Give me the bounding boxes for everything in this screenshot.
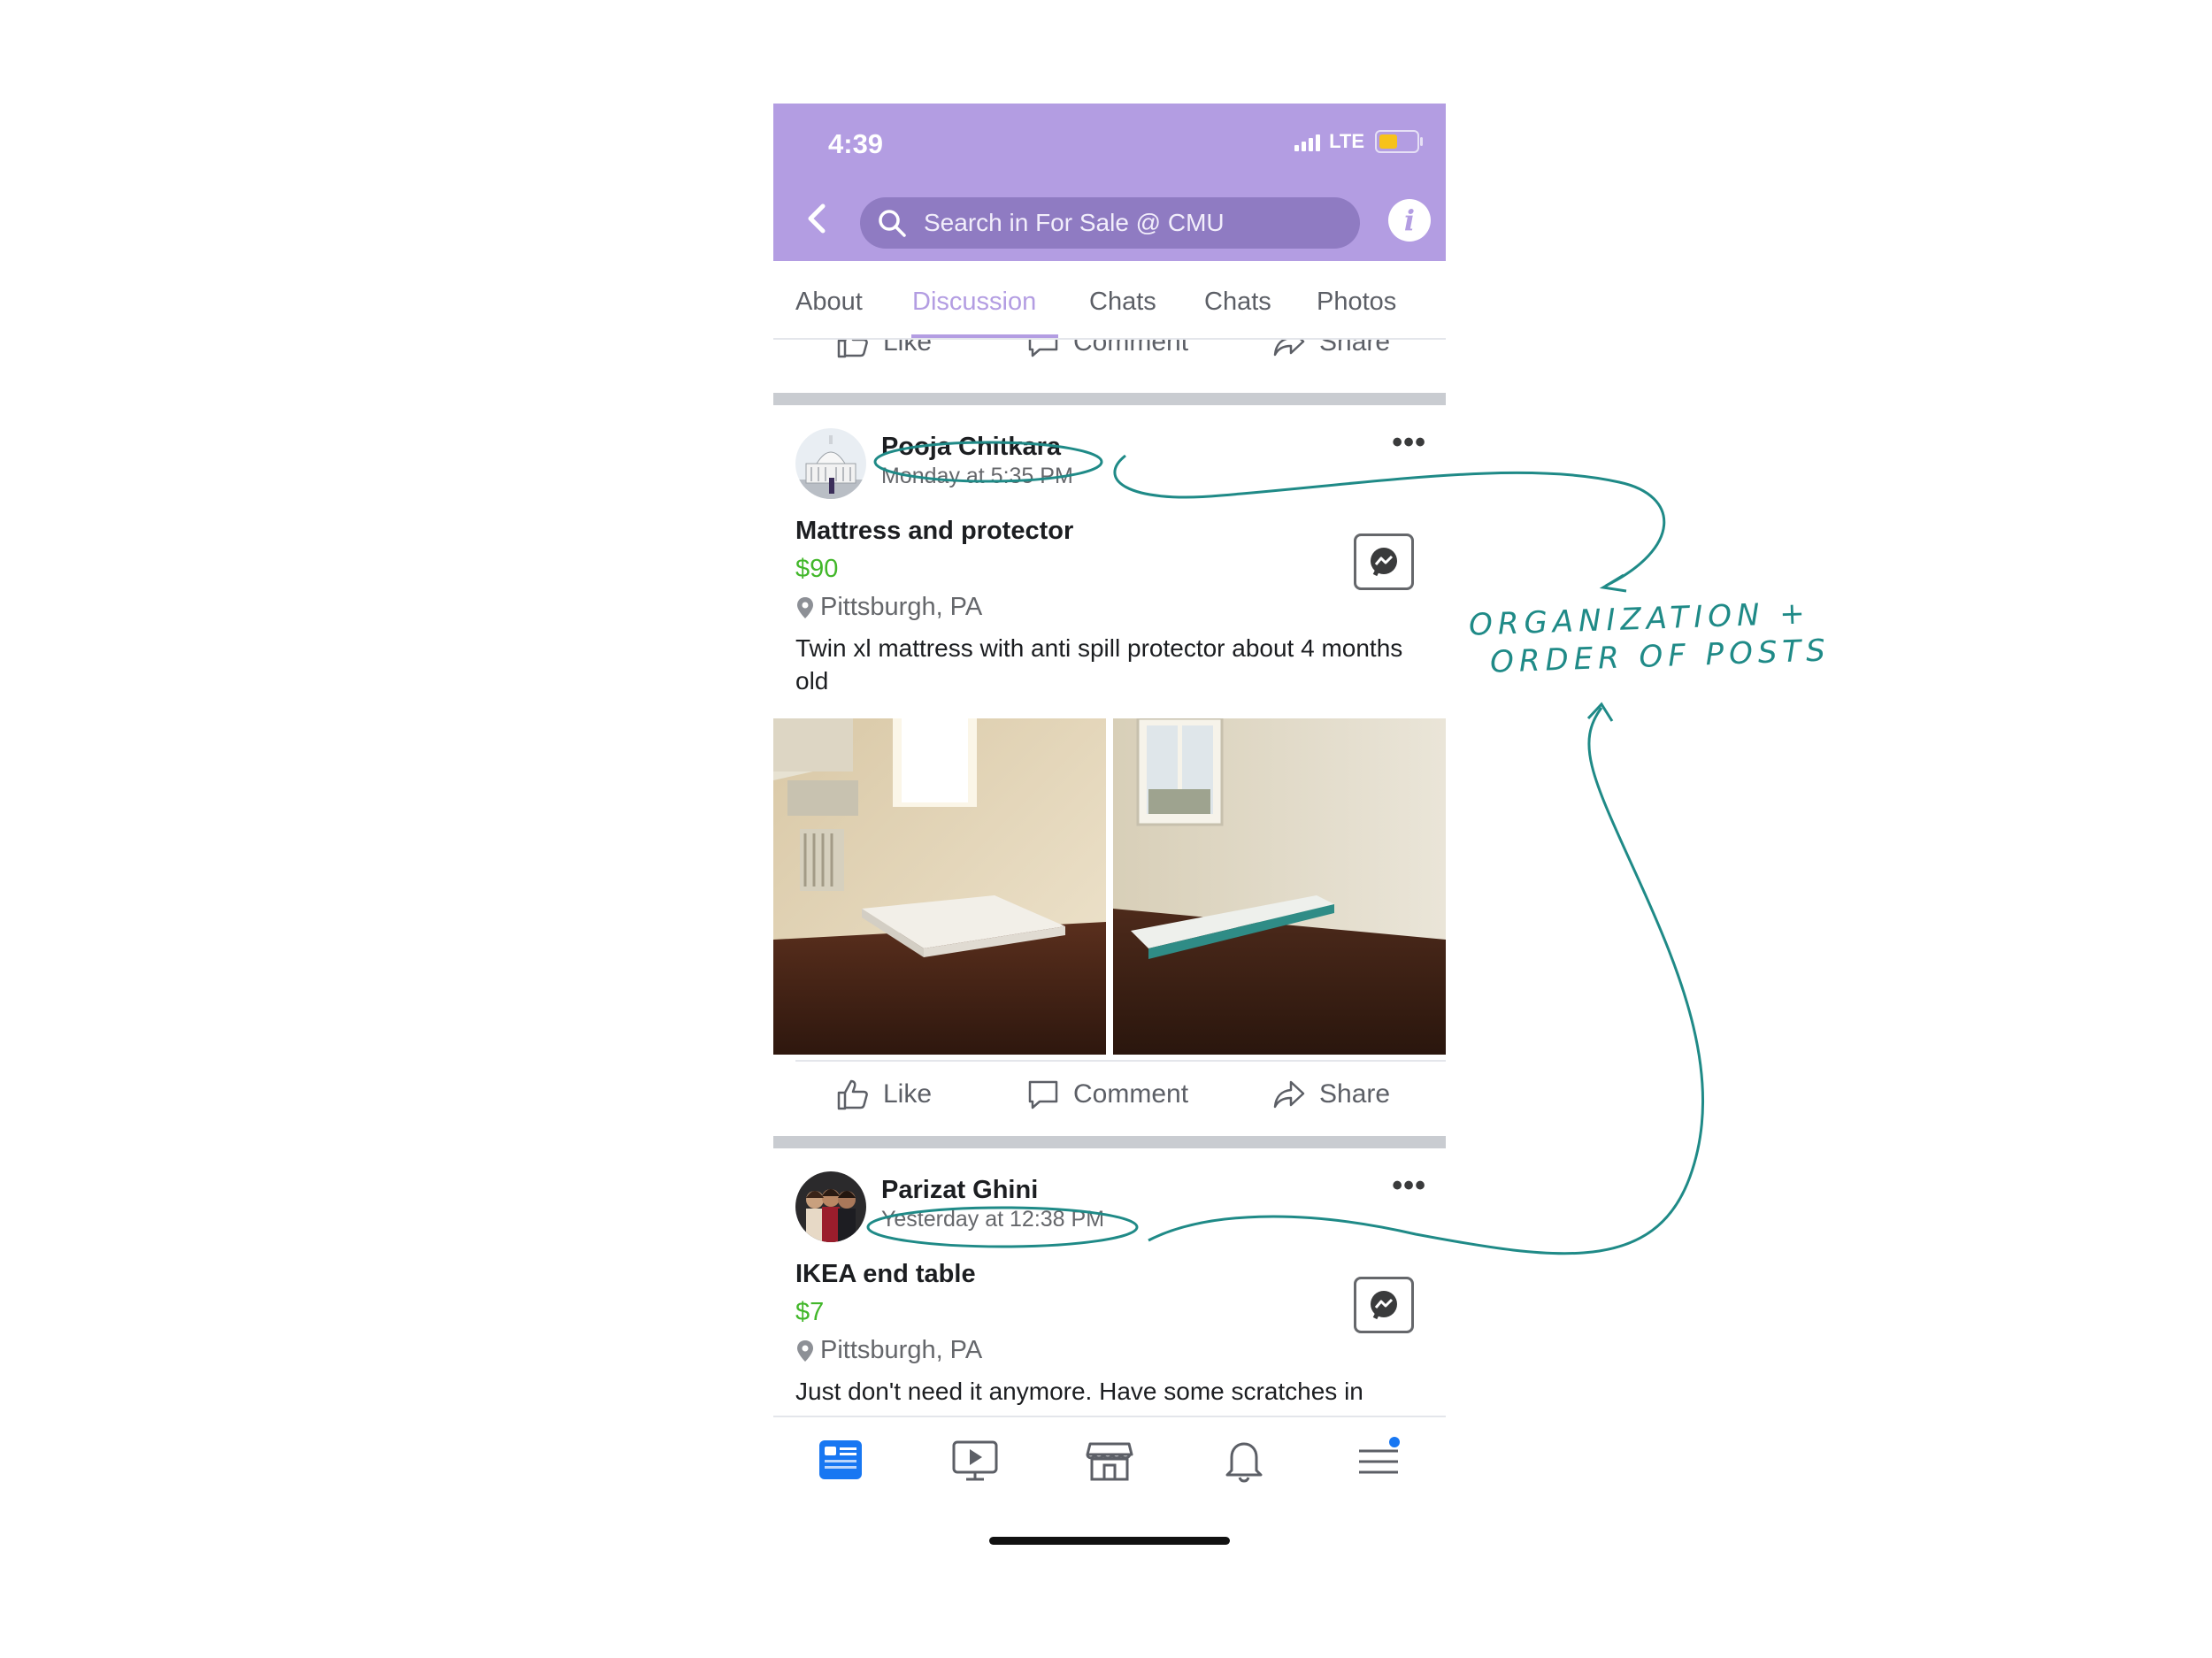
thumbs-up-icon <box>837 340 868 358</box>
share-label: Share <box>1319 340 1391 357</box>
tab-discussion[interactable]: Discussion <box>912 288 1036 317</box>
header-bar: 4:39 LTE Search in For Sale @ CMU i <box>773 104 1446 261</box>
post-timestamp[interactable]: Monday at 5:35 PM <box>881 464 1073 489</box>
battery-icon <box>1375 130 1423 153</box>
message-seller-button[interactable] <box>1354 533 1414 590</box>
watch-icon[interactable] <box>950 1435 1000 1485</box>
post-author[interactable]: Pooja Chitkara <box>881 433 1061 462</box>
notifications-icon[interactable] <box>1219 1435 1269 1485</box>
network-label: LTE <box>1329 130 1364 152</box>
location-pin-icon <box>797 596 813 618</box>
location-label: Pittsburgh, PA <box>820 593 983 621</box>
bottom-nav <box>773 1416 1446 1497</box>
group-tabs: About Discussion Chats Chats Photos <box>773 261 1446 340</box>
comment-icon <box>1028 340 1058 357</box>
previous-post-actions: Like Comment Share <box>773 340 1446 373</box>
listing-title: Mattress and protector <box>795 517 1074 545</box>
annotation-arrowhead-top <box>1599 573 1627 593</box>
post-separator <box>773 393 1446 405</box>
listing-description: Twin xl mattress with anti spill protect… <box>795 634 1403 695</box>
share-label: Share <box>1319 1079 1391 1109</box>
comment-label: Comment <box>1073 340 1189 357</box>
listing-price: $90 <box>795 555 839 583</box>
comment-button[interactable]: Comment <box>1025 340 1188 373</box>
search-input[interactable]: Search in For Sale @ CMU <box>860 197 1360 249</box>
share-icon <box>1273 340 1305 357</box>
listing-location: Pittsburgh, PA <box>795 1336 982 1365</box>
post-separator <box>773 1136 1446 1148</box>
discussion-feed: Like Comment Share Pooja Chitkara Monday… <box>773 340 1446 1516</box>
menu-icon[interactable] <box>1354 1435 1403 1485</box>
share-button[interactable]: Share <box>1271 340 1390 373</box>
message-seller-button[interactable] <box>1354 1277 1414 1333</box>
marketplace-icon[interactable] <box>1085 1435 1134 1485</box>
signal-icon <box>1294 132 1321 151</box>
search-placeholder: Search in For Sale @ CMU <box>924 209 1225 236</box>
like-button[interactable]: Like <box>835 1063 932 1125</box>
status-time: 4:39 <box>828 128 884 159</box>
comment-icon <box>1028 1080 1058 1109</box>
phone-screen: 4:39 LTE Search in For Sale @ CMU i Abou… <box>773 104 1446 1554</box>
search-icon <box>879 210 906 237</box>
location-pin-icon <box>797 1339 813 1362</box>
divider <box>795 1060 1446 1062</box>
listing-photo-1[interactable] <box>773 718 1106 1055</box>
more-options-icon[interactable]: ••• <box>1392 1169 1426 1203</box>
like-label: Like <box>883 340 933 357</box>
avatar[interactable] <box>795 428 866 499</box>
tab-chats[interactable]: Chats <box>1089 288 1156 317</box>
post-timestamp[interactable]: Yesterday at 12:38 PM <box>881 1207 1104 1232</box>
active-tab-indicator <box>911 334 1058 338</box>
listing-photos <box>773 718 1446 1055</box>
messenger-icon <box>1371 548 1397 577</box>
location-label: Pittsburgh, PA <box>820 1336 983 1364</box>
share-icon <box>1273 1080 1305 1109</box>
home-indicator <box>989 1537 1230 1545</box>
messenger-icon <box>1371 1291 1397 1320</box>
post-author[interactable]: Parizat Ghini <box>881 1176 1038 1205</box>
info-icon[interactable]: i <box>1388 199 1431 242</box>
more-options-icon[interactable]: ••• <box>1392 426 1426 460</box>
back-chevron-icon[interactable] <box>800 201 835 236</box>
thumbs-up-icon <box>837 1079 868 1110</box>
comment-button[interactable]: Comment <box>1025 1063 1188 1125</box>
share-button[interactable]: Share <box>1271 1063 1390 1125</box>
tab-photos[interactable]: Photos <box>1317 288 1396 317</box>
listing-photo-2[interactable] <box>1113 718 1446 1055</box>
feed-icon[interactable] <box>816 1435 865 1485</box>
annotation-arrowhead-bottom <box>1586 702 1614 722</box>
listing-price: $7 <box>795 1298 825 1326</box>
tab-about[interactable]: About <box>795 288 863 317</box>
like-button[interactable]: Like <box>835 340 932 373</box>
tab-chats-2[interactable]: Chats <box>1204 288 1271 317</box>
comment-label: Comment <box>1073 1079 1189 1109</box>
listing-location: Pittsburgh, PA <box>795 593 982 622</box>
post-actions: Like Comment Share <box>773 1063 1446 1125</box>
like-label: Like <box>883 1079 933 1109</box>
status-indicators: LTE <box>1294 130 1423 153</box>
listing-title: IKEA end table <box>795 1260 976 1288</box>
listing-description: Just don't need it anymore. Have some sc… <box>795 1378 1363 1405</box>
avatar[interactable] <box>795 1171 866 1242</box>
